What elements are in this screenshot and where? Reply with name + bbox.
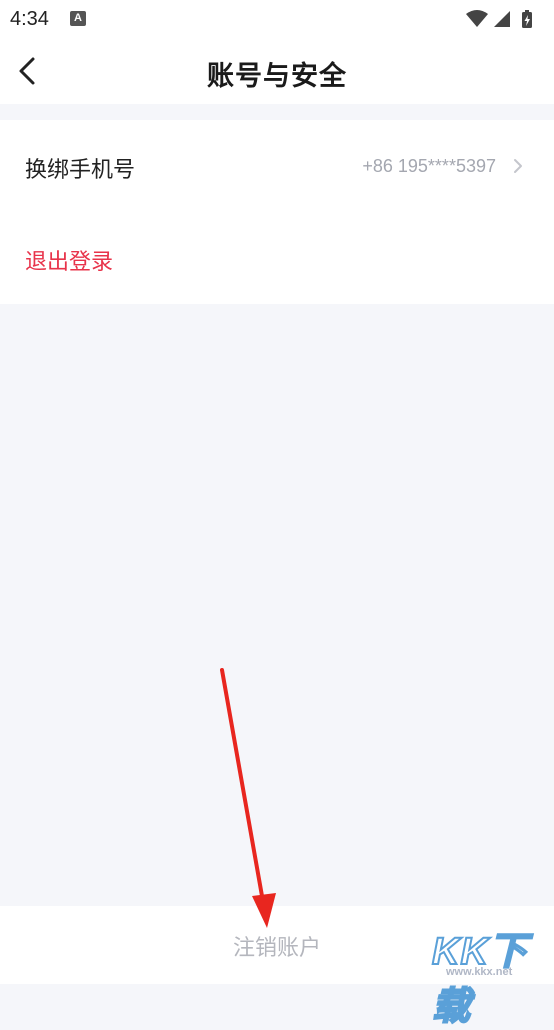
phone-number-value: +86 195****5397 [362,156,496,176]
status-icons-svg [466,10,532,28]
logout-row[interactable]: 退出登录 [0,212,554,304]
app-header: 账号与安全 [0,38,554,104]
logout-label: 退出登录 [25,250,114,275]
notification-icon: A [70,11,86,26]
wifi-icon [466,10,488,27]
status-time: 4:34 [10,8,49,30]
settings-card: 换绑手机号 +86 195****5397 退出登录 [0,120,554,304]
page-title: 账号与安全 [207,61,347,92]
watermark-url: www.kkx.net [446,966,513,978]
section-gap [0,104,554,120]
status-bar: 4:34 A [0,0,554,38]
change-phone-row[interactable]: 换绑手机号 +86 195****5397 [0,120,554,212]
change-phone-label: 换绑手机号 [25,158,136,183]
signal-icon [494,11,510,27]
chevron-right-icon [510,157,526,175]
battery-charging-icon [522,10,532,28]
status-icons [464,8,544,30]
watermark-logo: KK下载 www.kkx.net [428,918,548,1029]
